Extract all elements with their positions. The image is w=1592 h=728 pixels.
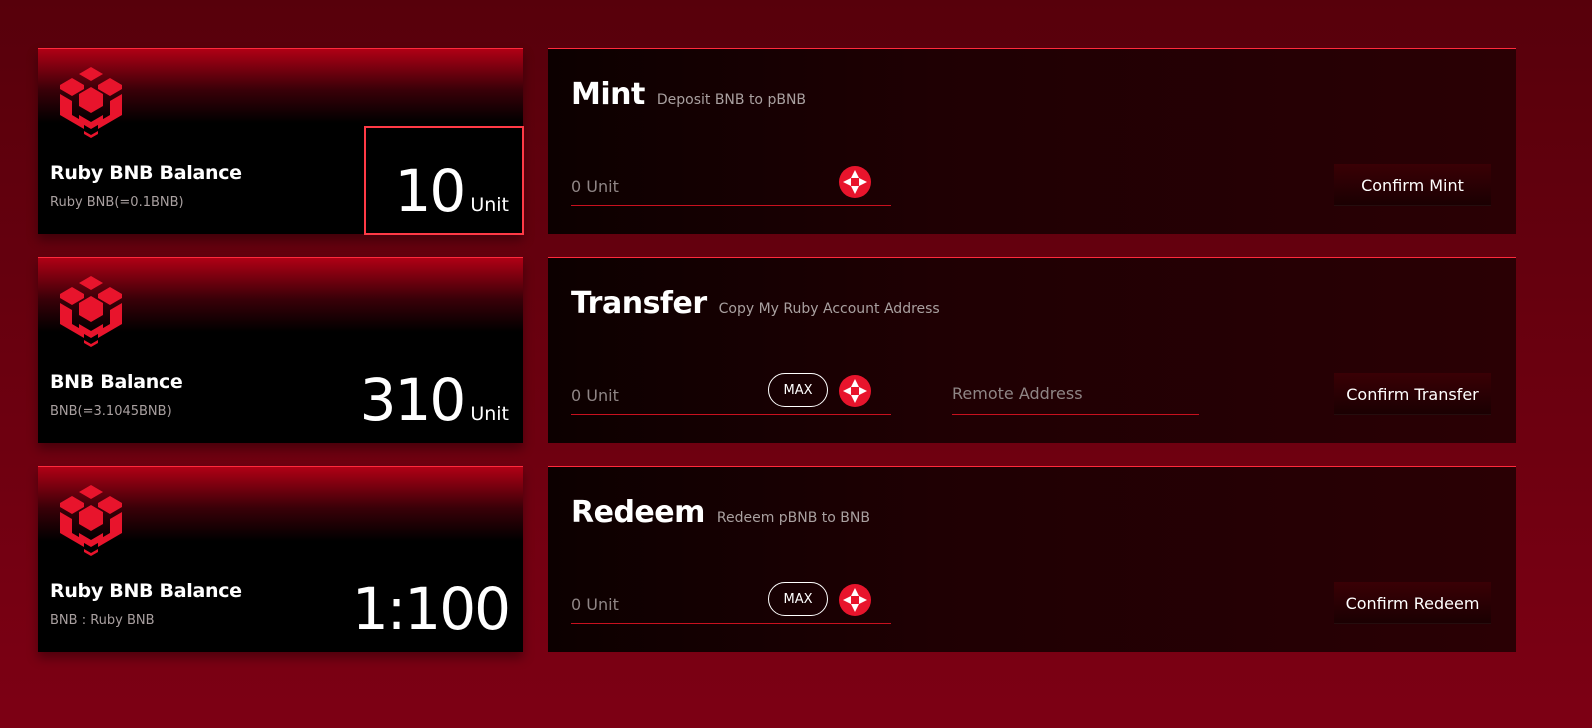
balance-value: 310 xyxy=(359,366,467,434)
mint-header: Mint Deposit BNB to pBNB xyxy=(571,77,806,112)
transfer-amount-field: MAX xyxy=(571,371,891,415)
balance-title: Ruby BNB Balance xyxy=(50,162,242,184)
bnb-logo-icon xyxy=(60,276,122,347)
token-selector-icon[interactable] xyxy=(839,584,871,616)
balance-value-group: 10 Unit xyxy=(395,162,510,220)
balance-title: Ruby BNB Balance xyxy=(50,580,242,602)
mint-panel: Mint Deposit BNB to pBNB Confirm Mint xyxy=(548,48,1516,234)
redeem-row: Ruby BNB Balance BNB : Ruby BNB 1:100 Re… xyxy=(0,466,1592,652)
ratio-value: 1:100 xyxy=(351,575,511,643)
balance-value-group: 310 Unit xyxy=(360,371,509,429)
bnb-balance-card: BNB Balance BNB(=3.1045BNB) 310 Unit xyxy=(38,257,523,443)
ratio-balance-card: Ruby BNB Balance BNB : Ruby BNB 1:100 xyxy=(38,466,523,652)
transfer-panel: Transfer Copy My Ruby Account Address MA… xyxy=(548,257,1516,443)
transfer-row: BNB Balance BNB(=3.1045BNB) 310 Unit Tra… xyxy=(0,257,1592,443)
token-selector-icon[interactable] xyxy=(839,375,871,407)
balance-subtitle: Ruby BNB(=0.1BNB) xyxy=(50,195,184,210)
mint-amount-input[interactable] xyxy=(571,172,751,200)
transfer-max-button[interactable]: MAX xyxy=(768,373,828,407)
balance-value: 10 xyxy=(394,157,467,225)
bnb-logo-icon xyxy=(60,67,122,138)
redeem-header: Redeem Redeem pBNB to BNB xyxy=(571,495,870,530)
balance-unit: Unit xyxy=(470,403,509,425)
balance-subtitle: BNB : Ruby BNB xyxy=(50,613,155,628)
mint-amount-field xyxy=(571,162,891,206)
redeem-title: Redeem xyxy=(571,495,705,530)
redeem-panel: Redeem Redeem pBNB to BNB MAX Confirm Re… xyxy=(548,466,1516,652)
transfer-title: Transfer xyxy=(571,286,707,321)
balance-unit: Unit xyxy=(470,194,509,216)
redeem-max-button[interactable]: MAX xyxy=(768,582,828,616)
confirm-transfer-button[interactable]: Confirm Transfer xyxy=(1334,373,1491,415)
bnb-logo-icon xyxy=(60,485,122,556)
mint-description: Deposit BNB to pBNB xyxy=(656,92,807,108)
balance-subtitle: BNB(=3.1045BNB) xyxy=(50,404,172,419)
copy-address-link[interactable]: Copy My Ruby Account Address xyxy=(719,301,940,317)
redeem-amount-field: MAX xyxy=(571,580,891,624)
redeem-description: Redeem pBNB to BNB xyxy=(716,510,870,526)
balance-value-group: 1:100 xyxy=(351,575,511,643)
confirm-mint-button[interactable]: Confirm Mint xyxy=(1334,164,1491,206)
balance-title: BNB Balance xyxy=(50,371,183,393)
redeem-amount-input[interactable] xyxy=(571,590,751,618)
remote-address-input[interactable] xyxy=(952,379,1192,407)
mint-row: Ruby BNB Balance Ruby BNB(=0.1BNB) 10 Un… xyxy=(0,48,1592,235)
mint-title: Mint xyxy=(571,77,645,112)
token-selector-icon[interactable] xyxy=(839,166,871,198)
confirm-redeem-button[interactable]: Confirm Redeem xyxy=(1334,582,1491,624)
transfer-header: Transfer Copy My Ruby Account Address xyxy=(571,286,940,321)
transfer-amount-input[interactable] xyxy=(571,381,751,409)
ruby-bnb-balance-card: Ruby BNB Balance Ruby BNB(=0.1BNB) 10 Un… xyxy=(38,48,524,235)
remote-address-field xyxy=(952,371,1199,415)
